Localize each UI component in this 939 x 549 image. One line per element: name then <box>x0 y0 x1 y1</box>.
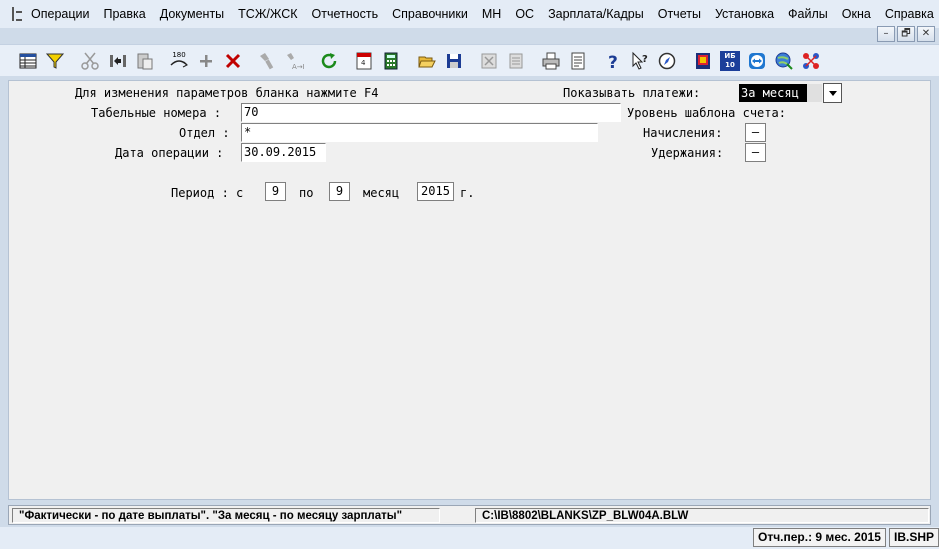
filter-icon[interactable] <box>44 50 66 72</box>
disabled-doc-icon[interactable] <box>505 50 527 72</box>
paste-icon[interactable] <box>134 50 156 72</box>
f4-hint: Для изменения параметров бланка нажмите … <box>75 86 379 100</box>
menu-settings[interactable]: Установка <box>708 7 781 21</box>
toolbar: 180 A→B 4 ? ? <box>0 44 939 76</box>
open-folder-icon[interactable] <box>416 50 438 72</box>
menu-operations[interactable]: Операции <box>24 7 96 21</box>
refresh-icon[interactable] <box>318 50 340 72</box>
close-button[interactable]: ✕ <box>917 26 935 42</box>
preview-icon[interactable] <box>567 50 589 72</box>
deductions-label: Удержания: <box>651 146 724 160</box>
template-level-label: Уровень шаблона счета: <box>627 106 786 120</box>
menu-references[interactable]: Справочники <box>385 7 475 21</box>
globe-icon[interactable] <box>773 50 795 72</box>
period-from-field[interactable]: 9 <box>265 182 286 201</box>
status-file-path: C:\IB\8802\BLANKS\ZP_BLW04A.BLW <box>475 508 929 523</box>
ib10-icon[interactable]: ИБ 10 <box>719 50 741 72</box>
restore-button[interactable]: 🗗 <box>897 26 915 42</box>
cut-icon[interactable] <box>79 50 101 72</box>
flashlight-icon[interactable] <box>256 50 278 72</box>
show-payments-label: Показывать платежи: <box>563 86 701 100</box>
disabled-close-icon[interactable] <box>478 50 500 72</box>
network-icon[interactable] <box>800 50 822 72</box>
form-panel: Для изменения параметров бланка нажмите … <box>8 80 931 500</box>
period-to-label: по <box>299 186 314 200</box>
tab-numbers-field[interactable]: 70 <box>241 103 621 122</box>
menu-documents[interactable]: Документы <box>153 7 231 21</box>
table-view-icon[interactable] <box>17 50 39 72</box>
period-label: Период : с <box>171 186 244 200</box>
rotate-180-icon[interactable]: 180 <box>168 50 190 72</box>
show-payments-value[interactable]: За месяц <box>739 84 807 102</box>
tab-numbers-label: Табельные номера : <box>91 106 222 120</box>
calendar-icon[interactable]: 4 <box>353 50 375 72</box>
svg-text:A→B: A→B <box>292 63 304 71</box>
reporting-period-badge: Отч.пер.: 9 мес. 2015 <box>753 528 886 547</box>
menu-reporting[interactable]: Отчетность <box>305 7 386 21</box>
mdi-window-buttons: – 🗗 ✕ <box>877 26 935 42</box>
menu-edit[interactable]: Правка <box>96 7 152 21</box>
operation-date-label: Дата операции : <box>115 146 224 160</box>
menu-files[interactable]: Файлы <box>781 7 835 21</box>
department-label: Отдел : <box>179 126 230 140</box>
menu-salary[interactable]: Зарплата/Кадры <box>541 7 651 21</box>
context-help-icon[interactable]: ? <box>629 50 651 72</box>
rotate-180-label: 180 <box>172 50 186 59</box>
accruals-label: Начисления: <box>643 126 723 140</box>
module-badge: IB.SHP <box>889 528 939 547</box>
chevron-down-icon[interactable] <box>823 83 842 103</box>
menu-reports[interactable]: Отчеты <box>651 7 708 21</box>
system-menu-icon[interactable] <box>12 7 22 21</box>
menu-help[interactable]: Справка <box>878 7 939 21</box>
svg-text:?: ? <box>608 53 618 71</box>
svg-text:?: ? <box>642 54 648 65</box>
find-replace-icon[interactable]: A→B <box>283 50 305 72</box>
printer-icon[interactable] <box>540 50 562 72</box>
calculator-icon[interactable] <box>380 50 402 72</box>
menu-mn[interactable]: МН <box>475 7 508 21</box>
delete-icon[interactable] <box>222 50 244 72</box>
operation-date-field[interactable]: 30.09.2015 <box>241 143 326 162</box>
compass-icon[interactable] <box>656 50 678 72</box>
accruals-field[interactable]: – <box>745 123 766 142</box>
month-label: месяц <box>363 186 400 200</box>
menu-bar: Операции Правка Документы ТСЖ/ЖСК Отчетн… <box>0 0 939 28</box>
save-icon[interactable] <box>443 50 465 72</box>
menu-tszh[interactable]: ТСЖ/ЖСК <box>231 7 304 21</box>
deductions-field[interactable]: – <box>745 143 766 162</box>
ib10-label-top: ИБ <box>724 52 736 60</box>
status-hint: "Фактически - по дате выплаты". "За меся… <box>12 508 440 523</box>
year-suffix: г. <box>460 186 475 200</box>
bottom-status-bar: Отч.пер.: 9 мес. 2015 IB.SHP <box>0 527 939 549</box>
period-to-field[interactable]: 9 <box>329 182 350 201</box>
plus-icon[interactable] <box>195 50 217 72</box>
status-bar: "Фактически - по дате выплаты". "За меся… <box>8 505 931 525</box>
minimize-button[interactable]: – <box>877 26 895 42</box>
exchange-icon[interactable] <box>107 50 129 72</box>
department-field[interactable]: * <box>241 123 598 142</box>
teamviewer-icon[interactable] <box>746 50 768 72</box>
ib10-label-bottom: 10 <box>725 61 735 69</box>
menu-windows[interactable]: Окна <box>835 7 878 21</box>
help-icon[interactable]: ? <box>602 50 624 72</box>
menu-os[interactable]: ОС <box>508 7 541 21</box>
show-payments-spacer <box>807 84 822 102</box>
year-field[interactable]: 2015 <box>417 182 454 201</box>
svg-text:4: 4 <box>361 59 366 67</box>
book-icon[interactable] <box>692 50 714 72</box>
